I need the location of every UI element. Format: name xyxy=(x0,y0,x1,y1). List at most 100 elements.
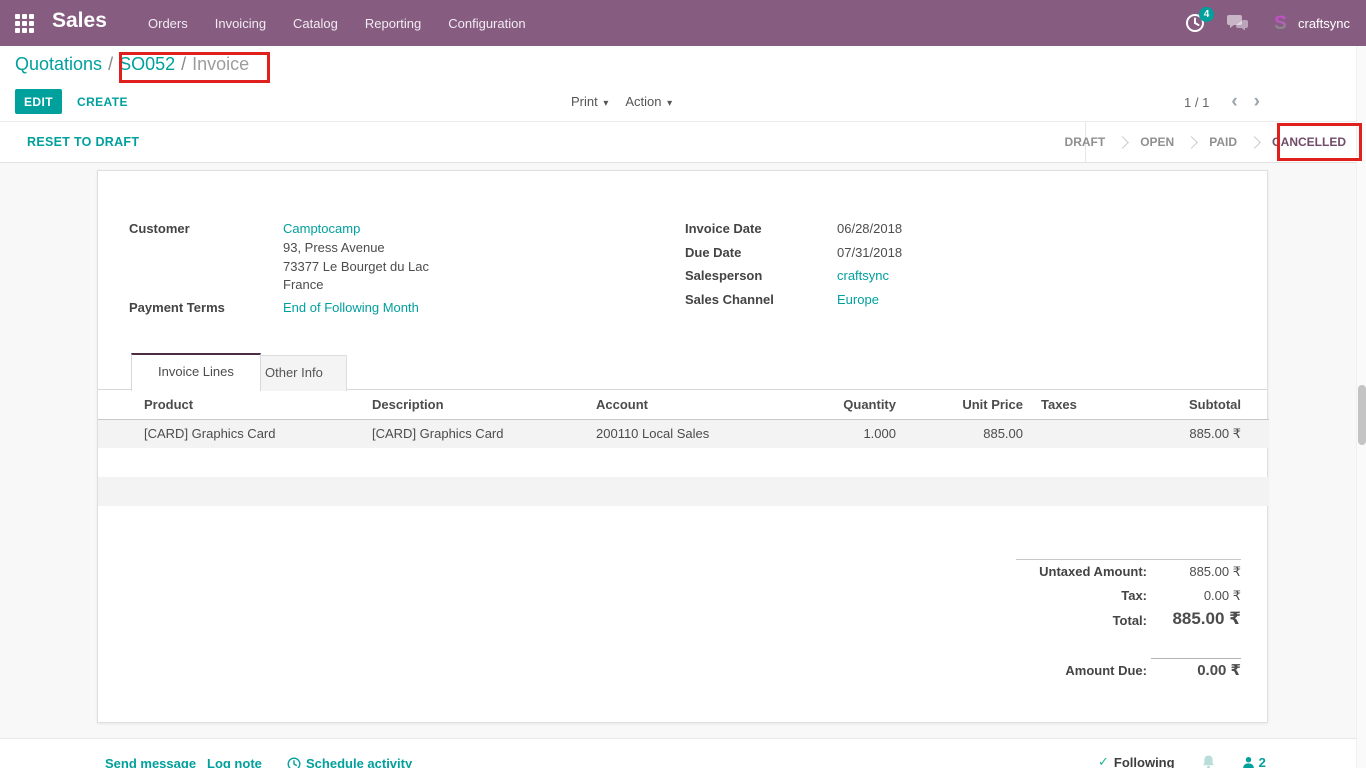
total-value: 885.00 ₹ xyxy=(1147,609,1241,629)
messages-icon[interactable] xyxy=(1226,13,1250,33)
payment-terms-label: Payment Terms xyxy=(129,300,225,315)
activity-count-badge: 4 xyxy=(1199,7,1214,22)
state-cancelled[interactable]: CANCELLED xyxy=(1272,135,1346,149)
state-open[interactable]: OPEN xyxy=(1140,135,1174,149)
control-panel: EDIT CREATE Print ▾ Action ▾ 1 / 1 ‹ › xyxy=(0,85,1356,121)
statusbar-chevron-icon xyxy=(1185,136,1198,149)
log-note-button[interactable]: Log note xyxy=(207,756,262,768)
col-taxes: Taxes xyxy=(1023,390,1158,419)
invoice-sheet: Customer Camptocamp 93, Press Avenue 733… xyxy=(97,170,1268,723)
breadcrumb-current-invoice: Invoice xyxy=(192,54,249,74)
breadcrumb-quotations[interactable]: Quotations xyxy=(15,54,102,74)
state-draft[interactable]: DRAFT xyxy=(1065,135,1106,149)
chevron-down-icon: ▾ xyxy=(603,98,608,109)
statusbar-chevron-icon xyxy=(1116,136,1129,149)
amount-due-separator xyxy=(1151,658,1241,659)
payment-terms-link[interactable]: End of Following Month xyxy=(283,300,419,315)
pager: 1 / 1 ‹ › xyxy=(1184,94,1268,110)
col-account: Account xyxy=(596,390,798,419)
action-dropdown[interactable]: Action ▾ xyxy=(625,94,672,109)
pager-count: 1 / 1 xyxy=(1184,95,1209,110)
reset-to-draft-button[interactable]: RESET TO DRAFT xyxy=(27,122,139,162)
nav-item-catalog[interactable]: Catalog xyxy=(293,16,338,31)
col-product: Product xyxy=(144,390,372,419)
cell-description: [CARD] Graphics Card xyxy=(372,419,596,448)
cell-unit-price: 885.00 xyxy=(896,419,1023,448)
create-button[interactable]: CREATE xyxy=(77,89,128,114)
avatar: S xyxy=(1270,13,1291,34)
breadcrumb-separator: / xyxy=(181,54,186,74)
col-description: Description xyxy=(372,390,596,419)
col-subtotal: Subtotal xyxy=(1158,390,1241,419)
check-icon: ✓ xyxy=(1098,754,1109,768)
customer-address-line3: France xyxy=(283,277,323,292)
activity-clock-icon[interactable]: 4 xyxy=(1184,12,1206,34)
sales-channel-label: Sales Channel xyxy=(685,292,774,307)
due-date-value: 07/31/2018 xyxy=(837,245,902,260)
nav-item-invoicing[interactable]: Invoicing xyxy=(215,16,266,31)
due-date-label: Due Date xyxy=(685,245,741,260)
pager-next-button[interactable]: › xyxy=(1246,94,1268,110)
schedule-activity-button[interactable]: Schedule activity xyxy=(287,756,412,768)
tax-value: 0.00 ₹ xyxy=(1147,588,1241,604)
nav-item-reporting[interactable]: Reporting xyxy=(365,16,421,31)
bell-icon[interactable] xyxy=(1201,754,1216,768)
edit-button[interactable]: EDIT xyxy=(15,89,62,114)
table-row[interactable]: [CARD] Graphics Card [CARD] Graphics Car… xyxy=(98,419,1269,448)
apps-grid-icon[interactable] xyxy=(15,14,34,33)
nav-menu: Orders Invoicing Catalog Reporting Confi… xyxy=(148,0,526,46)
table-header-row: Product Description Account Quantity Uni… xyxy=(98,390,1269,419)
amount-due-label: Amount Due: xyxy=(1016,663,1147,678)
breadcrumb-so052[interactable]: SO052 xyxy=(119,54,175,74)
cell-taxes xyxy=(1023,419,1158,448)
user-name: craftsync xyxy=(1298,16,1350,31)
invoice-date-label: Invoice Date xyxy=(685,221,762,236)
chatter-bar: Send message Log note Schedule activity … xyxy=(0,738,1356,768)
cell-account: 200110 Local Sales xyxy=(596,419,798,448)
invoice-date-value: 06/28/2018 xyxy=(837,221,902,236)
cell-quantity: 1.000 xyxy=(798,419,896,448)
tab-bar: Invoice Lines Other Info xyxy=(98,353,1267,390)
top-navbar: Sales Orders Invoicing Catalog Reporting… xyxy=(0,0,1366,46)
breadcrumb: Quotations / SO052 / Invoice xyxy=(15,54,249,75)
print-dropdown[interactable]: Print ▾ xyxy=(571,94,608,109)
followers-button[interactable]: 2 xyxy=(1242,755,1266,768)
tax-label: Tax: xyxy=(1016,588,1147,603)
breadcrumb-separator: / xyxy=(108,54,113,74)
breadcrumb-bar: Quotations / SO052 / Invoice xyxy=(0,46,1356,85)
statusbar: DRAFT OPEN PAID CANCELLED xyxy=(1085,122,1366,162)
clock-icon xyxy=(287,757,301,768)
totals-separator xyxy=(1016,559,1241,560)
send-message-button[interactable]: Send message xyxy=(105,756,196,768)
scrollbar-thumb[interactable] xyxy=(1358,385,1366,445)
sales-channel-link[interactable]: Europe xyxy=(837,292,879,307)
status-row: RESET TO DRAFT DRAFT OPEN PAID CANCELLED xyxy=(0,121,1366,163)
cell-product: [CARD] Graphics Card xyxy=(144,419,372,448)
scrollbar-track xyxy=(1356,46,1366,768)
untaxed-amount-label: Untaxed Amount: xyxy=(1016,564,1147,579)
empty-row xyxy=(98,448,1269,477)
person-icon xyxy=(1242,756,1255,768)
pager-previous-button[interactable]: ‹ xyxy=(1223,94,1245,110)
nav-item-configuration[interactable]: Configuration xyxy=(448,16,525,31)
statusbar-chevron-icon xyxy=(1248,136,1261,149)
following-button[interactable]: ✓ Following xyxy=(1098,754,1175,768)
untaxed-amount-value: 885.00 ₹ xyxy=(1147,564,1241,580)
col-unit-price: Unit Price xyxy=(896,390,1023,419)
app-title: Sales xyxy=(52,9,107,33)
empty-row xyxy=(98,477,1269,506)
user-menu[interactable]: S craftsync xyxy=(1270,13,1350,34)
col-quantity: Quantity xyxy=(798,390,896,419)
cell-subtotal: 885.00 ₹ xyxy=(1158,419,1241,448)
customer-address-line2: 73377 Le Bourget du Lac xyxy=(283,259,429,274)
state-paid[interactable]: PAID xyxy=(1209,135,1237,149)
customer-label: Customer xyxy=(129,221,190,236)
customer-link[interactable]: Camptocamp xyxy=(283,221,360,236)
customer-address-line1: 93, Press Avenue xyxy=(283,240,385,255)
tab-invoice-lines[interactable]: Invoice Lines xyxy=(131,353,261,391)
total-label: Total: xyxy=(1016,613,1147,628)
nav-item-orders[interactable]: Orders xyxy=(148,16,188,31)
salesperson-label: Salesperson xyxy=(685,268,762,283)
invoice-lines-table: Product Description Account Quantity Uni… xyxy=(98,390,1269,506)
salesperson-link[interactable]: craftsync xyxy=(837,268,889,283)
